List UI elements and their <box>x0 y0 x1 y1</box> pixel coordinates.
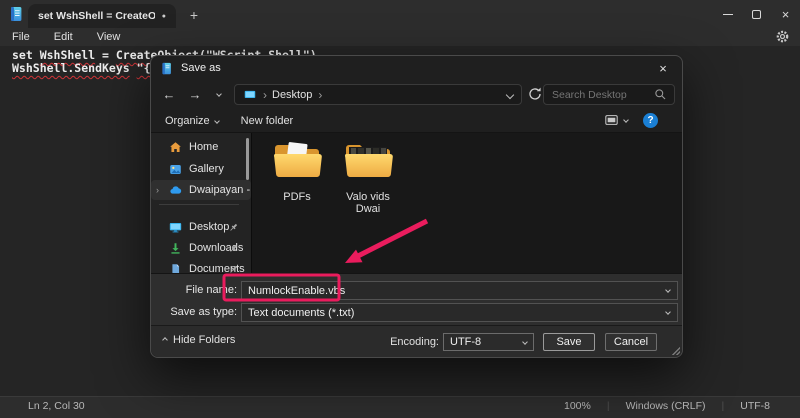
sidebar-scrollbar[interactable] <box>246 138 249 180</box>
zoom-level[interactable]: 100% <box>548 400 607 412</box>
resize-grip[interactable] <box>672 347 680 355</box>
sidebar-item-downloads[interactable]: Downloads <box>151 238 251 258</box>
dialog-fields: File name: Save as type: Text documents … <box>151 273 682 327</box>
chevron-down-icon[interactable] <box>665 309 671 315</box>
sidebar-item-home[interactable]: Home <box>151 137 251 157</box>
file-name-input[interactable] <box>242 285 634 297</box>
maximize-button[interactable] <box>742 0 771 28</box>
sidebar-separator <box>159 204 239 205</box>
notepad-app-icon <box>8 6 24 22</box>
chevron-down-icon[interactable] <box>665 287 671 293</box>
dialog-nav-bar: ← → ↑ › Desktop › <box>151 80 682 109</box>
folder-name: Valo vids Dwai <box>333 191 403 215</box>
view-mode-icon <box>604 113 619 127</box>
chevron-down-icon <box>623 117 629 123</box>
cancel-button[interactable]: Cancel <box>605 333 657 351</box>
save-button[interactable]: Save <box>543 333 595 351</box>
save-as-dialog: Save as × ← → ↑ › Desktop › <box>150 55 683 358</box>
tab-set-wshshell[interactable]: set WshShell = CreateObject(WScri ● <box>28 4 176 28</box>
tab-title: set WshShell = CreateObject(WScri <box>38 10 155 22</box>
home-icon <box>169 141 182 154</box>
new-tab-button[interactable]: + <box>183 5 205 25</box>
menu-file[interactable]: File <box>0 28 42 46</box>
search-icon <box>654 88 667 101</box>
downloads-icon <box>169 242 182 255</box>
status-bar: Ln 2, Col 30 100% | Windows (CRLF) | UTF… <box>0 396 800 418</box>
folder-valo-vids[interactable]: Valo vids Dwai <box>333 139 403 215</box>
file-name-combo[interactable] <box>241 281 678 300</box>
address-bar[interactable]: › Desktop › <box>234 84 522 105</box>
dialog-body: Home Gallery › Dwaipayan - Per <box>151 133 682 273</box>
file-list: PDFs Valo vids Dwai <box>253 133 682 273</box>
sidebar-item-gallery[interactable]: Gallery <box>151 159 251 179</box>
settings-gear-icon[interactable] <box>775 29 790 44</box>
save-type-combo[interactable]: Text documents (*.txt) <box>241 303 678 322</box>
desktop-icon <box>243 89 257 101</box>
search-input[interactable] <box>544 89 644 101</box>
encoding-status[interactable]: UTF-8 <box>724 400 786 412</box>
dialog-footer: Hide Folders Encoding: UTF-8 Save Cancel <box>151 325 682 357</box>
expand-chevron-icon[interactable]: › <box>156 185 159 195</box>
menu-bar: File Edit View <box>0 28 800 46</box>
breadcrumb-separator: › <box>263 88 267 102</box>
folder-icon <box>343 139 393 181</box>
sidebar-item-desktop[interactable]: Desktop <box>151 217 251 237</box>
breadcrumb-desktop[interactable]: Desktop <box>272 89 312 101</box>
minimize-button[interactable] <box>713 0 742 28</box>
save-type-label: Save as type: <box>151 303 237 322</box>
notepad-tab-bar: set WshShell = CreateObject(WScri ● + × <box>0 0 800 28</box>
folder-pdfs[interactable]: PDFs <box>265 139 329 203</box>
dialog-toolbar: Organize New folder ? <box>151 109 682 133</box>
close-window-button[interactable]: × <box>771 0 800 28</box>
address-dropdown-chevron-icon[interactable] <box>506 90 514 98</box>
view-mode-button[interactable] <box>604 113 628 127</box>
save-type-value: Text documents (*.txt) <box>242 307 354 319</box>
menu-view[interactable]: View <box>85 28 133 46</box>
navigation-pane: Home Gallery › Dwaipayan - Per <box>151 133 252 273</box>
chevron-down-icon <box>522 339 528 345</box>
breadcrumb-separator: › <box>318 88 322 102</box>
hide-folders-button[interactable]: Hide Folders <box>163 334 235 346</box>
encoding-label: Encoding: <box>381 336 439 348</box>
dialog-close-button[interactable]: × <box>650 58 676 78</box>
forward-button[interactable]: → <box>185 84 205 104</box>
pin-icon <box>228 243 239 254</box>
menu-edit[interactable]: Edit <box>42 28 85 46</box>
refresh-icon[interactable] <box>527 86 543 102</box>
dialog-title-bar: Save as × <box>151 56 682 80</box>
recent-locations-button[interactable] <box>209 84 229 104</box>
file-name-label: File name: <box>151 281 237 300</box>
help-button[interactable]: ? <box>643 113 658 128</box>
new-folder-button[interactable]: New folder <box>241 115 294 127</box>
notepad-icon <box>160 62 173 75</box>
encoding-dropdown[interactable]: UTF-8 <box>443 333 534 351</box>
desktop-icon <box>169 221 182 234</box>
folder-name: PDFs <box>265 191 329 203</box>
onedrive-cloud-icon <box>169 184 182 197</box>
gallery-icon <box>169 163 182 176</box>
chevron-down-icon <box>216 91 222 97</box>
dialog-title: Save as <box>181 62 221 74</box>
chevron-up-icon <box>162 337 168 343</box>
chevron-down-icon <box>214 118 220 124</box>
sidebar-item-onedrive[interactable]: › Dwaipayan - Per <box>151 180 251 200</box>
cursor-position: Ln 2, Col 30 <box>12 400 101 412</box>
window-controls: × <box>713 0 800 28</box>
search-box[interactable] <box>543 84 675 105</box>
pin-icon <box>228 222 239 233</box>
back-button[interactable]: ← <box>159 84 179 104</box>
folder-icon <box>272 139 322 181</box>
line-ending[interactable]: Windows (CRLF) <box>610 400 722 412</box>
minimize-icon <box>723 14 733 15</box>
organize-button[interactable]: Organize <box>165 115 219 127</box>
unsaved-dot-icon: ● <box>162 13 166 20</box>
maximize-icon <box>752 10 761 19</box>
